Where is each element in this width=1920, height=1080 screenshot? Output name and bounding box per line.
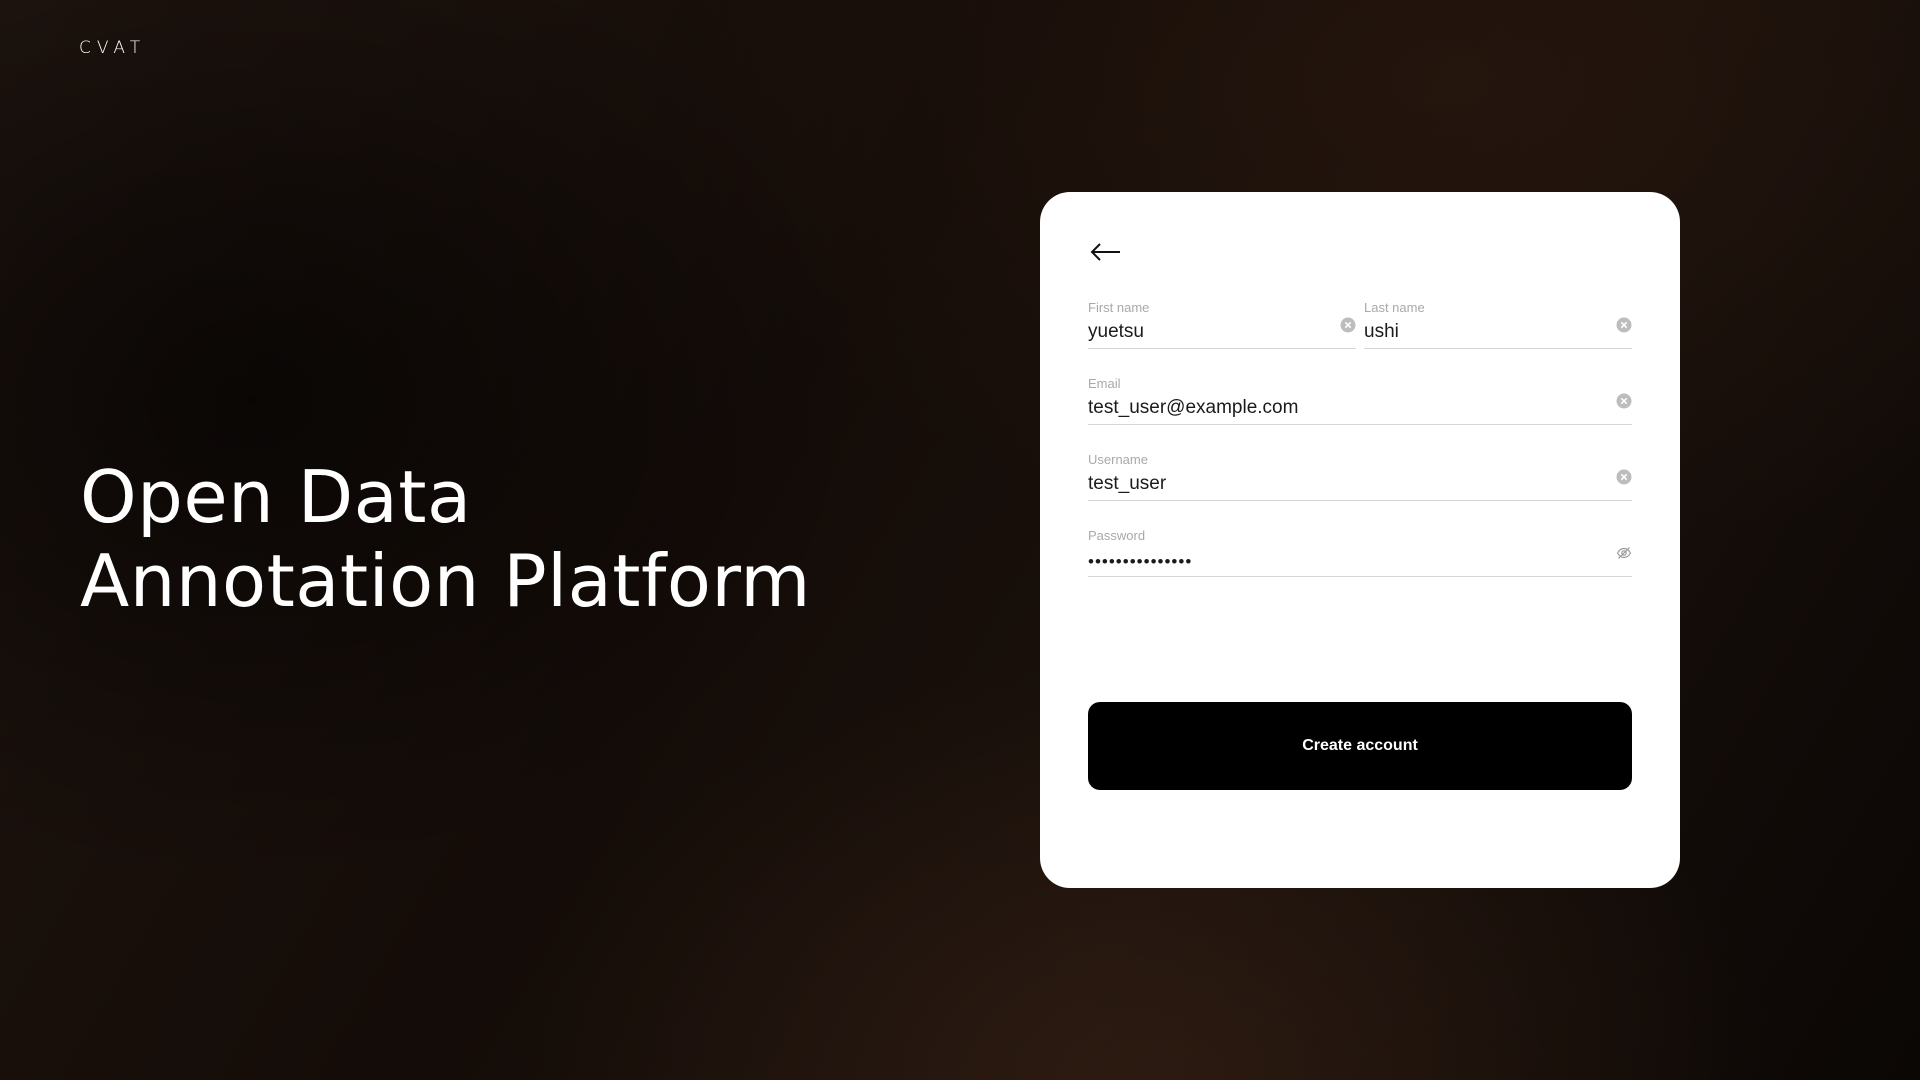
password-field: Password: [1088, 516, 1632, 577]
email-label: Email: [1088, 376, 1121, 391]
last-name-label: Last name: [1364, 300, 1425, 315]
cvat-logo: CVAT: [79, 38, 147, 58]
arrow-left-icon: [1090, 243, 1120, 261]
close-circle-icon: [1616, 317, 1632, 333]
clear-first-name-button[interactable]: [1340, 317, 1356, 333]
username-label: Username: [1088, 452, 1148, 467]
close-circle-icon: [1340, 317, 1356, 333]
create-account-button[interactable]: Create account: [1088, 702, 1632, 790]
hero-line-1: Open Data: [80, 455, 472, 539]
last-name-input[interactable]: [1364, 321, 1592, 343]
back-button[interactable]: [1088, 234, 1124, 270]
first-name-label: First name: [1088, 300, 1150, 315]
hero-line-2: Annotation Platform: [80, 539, 811, 623]
close-circle-icon: [1616, 393, 1632, 409]
password-label: Password: [1088, 528, 1146, 543]
first-name-field: First name: [1088, 288, 1356, 349]
hero-heading: Open Data Annotation Platform: [80, 455, 811, 623]
username-input[interactable]: [1088, 473, 1592, 495]
clear-email-button[interactable]: [1616, 393, 1632, 409]
username-field: Username: [1088, 440, 1632, 501]
eye-invisible-icon: [1616, 547, 1632, 559]
last-name-field: Last name: [1364, 288, 1632, 349]
email-input[interactable]: [1088, 397, 1592, 419]
toggle-password-visibility-button[interactable]: [1616, 545, 1632, 561]
close-circle-icon: [1616, 469, 1632, 485]
password-input[interactable]: [1088, 552, 1592, 572]
clear-last-name-button[interactable]: [1616, 317, 1632, 333]
signup-card: First name Last name Email: [1040, 192, 1680, 888]
email-field: Email: [1088, 364, 1632, 425]
first-name-input[interactable]: [1088, 321, 1316, 343]
clear-username-button[interactable]: [1616, 469, 1632, 485]
